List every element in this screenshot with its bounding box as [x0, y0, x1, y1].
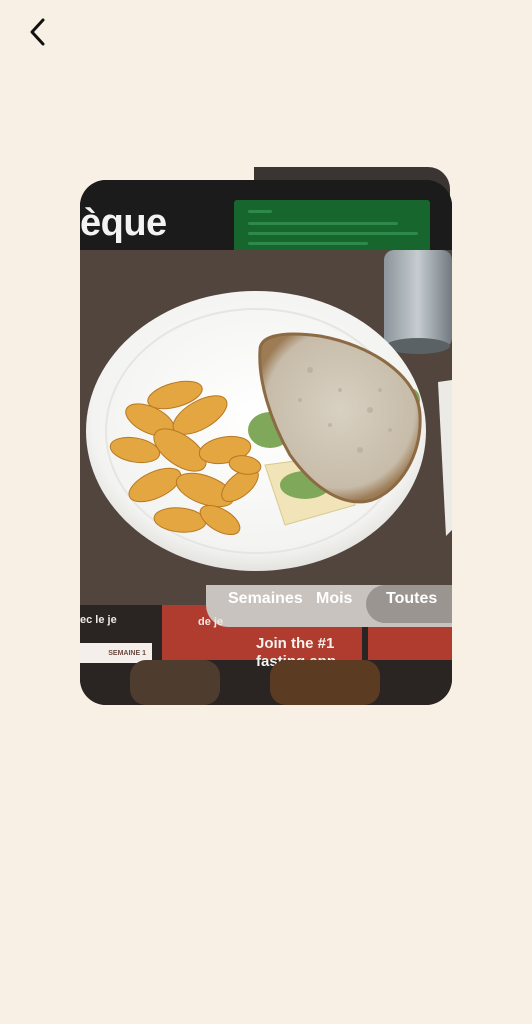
background-food-thumb [270, 660, 380, 705]
background-text-mid: de je [198, 616, 224, 628]
sandwich-chips-image [80, 250, 452, 605]
background-green-banner [234, 200, 430, 252]
photo-card[interactable]: èque Semaines Mois Toutes ec le je de je… [80, 180, 452, 705]
segment-all-label: Toutes [386, 590, 438, 607]
food-photo [80, 250, 452, 605]
background-join-line1: Join the #1 [256, 635, 335, 652]
back-button[interactable] [18, 12, 58, 52]
chevron-left-icon [30, 18, 45, 46]
background-title: èque [80, 202, 167, 244]
segment-weeks-label: Semaines [228, 590, 303, 607]
background-header: èque [80, 180, 452, 252]
photo-viewer-screen: èque Semaines Mois Toutes ec le je de je… [0, 0, 532, 1024]
background-text-left: ec le je [80, 614, 117, 626]
background-food-thumb [130, 660, 220, 705]
segment-months-label: Mois [316, 590, 353, 607]
